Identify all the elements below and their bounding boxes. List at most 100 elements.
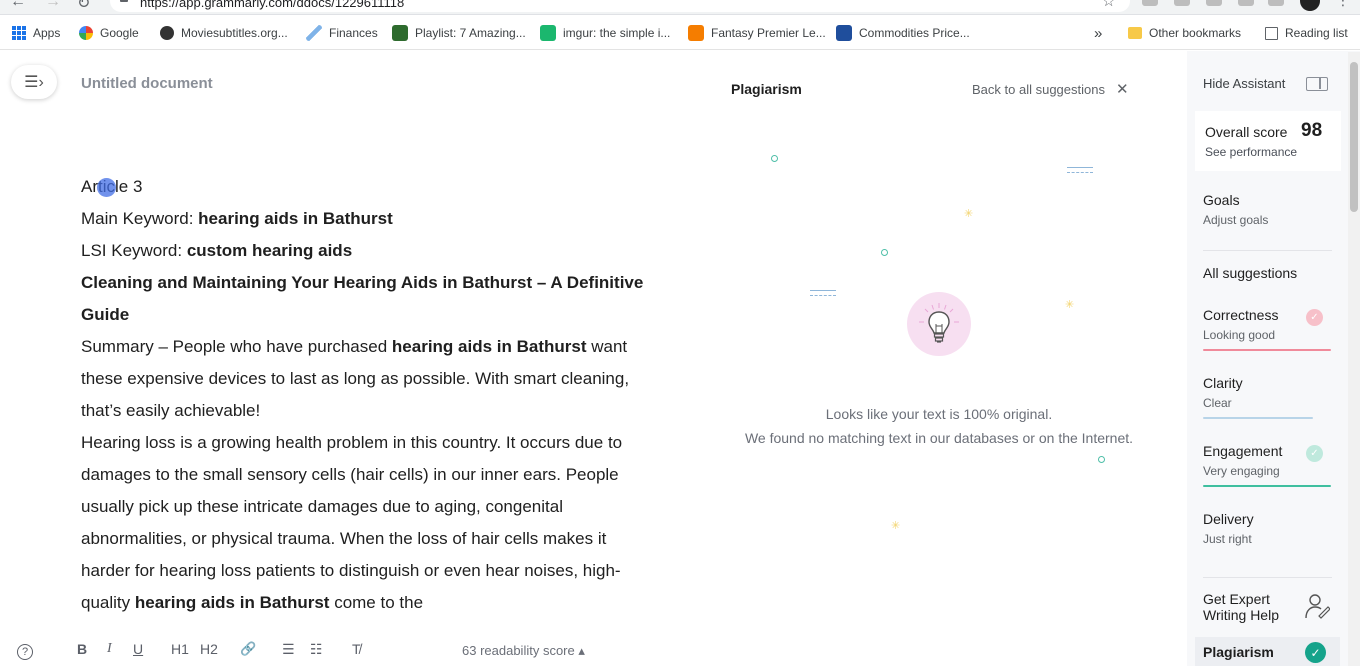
document-title[interactable]: Untitled document [81,75,213,92]
reading-list-label: Reading list [1285,26,1348,40]
bookmark-google[interactable]: Google [79,24,139,42]
heading2-button[interactable]: H2 [200,641,218,657]
see-performance-link[interactable]: See performance [1205,145,1297,159]
bold-button[interactable]: B [77,641,87,657]
heading1-button[interactable]: H1 [171,641,189,657]
lock-icon [120,0,128,2]
bookmark-other-bookmarks[interactable]: Other bookmarks [1128,24,1241,42]
scrollbar[interactable] [1348,52,1360,666]
engagement-category[interactable]: Engagement [1203,443,1282,459]
goals-title[interactable]: Goals [1203,192,1240,208]
bookmark-star-icon[interactable]: ☆ [1102,0,1115,10]
decoration-dashes [810,290,836,296]
document-body[interactable]: Article 3Main Keyword: hearing aids in B… [81,171,651,619]
bookmark-label: Other bookmarks [1149,26,1242,40]
document-paragraph[interactable]: LSI Keyword: custom hearing aids [81,235,651,267]
puzzle-icon[interactable] [1268,0,1284,6]
engagement-bar [1203,485,1331,487]
folder-icon [1128,27,1142,39]
bookmark-label: Playlist: 7 Amazing... [415,26,526,40]
clarity-category[interactable]: Clarity [1203,375,1243,391]
google-icon [79,26,93,40]
document-paragraph[interactable]: Cleaning and Maintaining Your Hearing Ai… [81,267,651,331]
underline-button[interactable]: U [133,641,143,657]
bookmarks-bar: Apps Google Moviesubtitles.org... Financ… [0,15,1360,50]
bullet-list-icon[interactable]: ☷ [310,641,323,658]
bookmark-label: imgur: the simple i... [563,26,671,40]
bookmark-fantasy-premier[interactable]: Fantasy Premier Le... [688,24,826,42]
bookmark-label: Apps [33,26,61,40]
document-paragraph[interactable]: Article 3 [81,171,651,203]
bookmark-moviesubtitles[interactable]: Moviesubtitles.org... [160,24,288,42]
no-match-message: We found no matching text in our databas… [744,430,1134,446]
document-paragraph[interactable]: Summary – People who have purchased hear… [81,331,651,427]
document-menu-button[interactable]: ☰› [11,65,57,99]
close-icon[interactable]: ✕ [1116,80,1129,98]
bookmark-finances[interactable]: Finances [306,24,378,42]
text-run: LSI Keyword: [81,241,187,260]
profile-avatar[interactable] [1300,0,1320,11]
kebab-menu-icon[interactable]: ⋮ [1336,0,1350,9]
back-to-suggestions-link[interactable]: Back to all suggestions [972,82,1105,97]
correctness-check-icon: ✓ [1306,309,1323,326]
all-suggestions-tab[interactable]: All suggestions [1203,265,1297,281]
plagiarism-tab-label: Plagiarism [1203,644,1274,660]
apps-grid-icon [12,26,26,40]
text-run: Main Keyword: [81,209,199,228]
expert-help-line1[interactable]: Get Expert [1203,591,1270,607]
clarity-bar [1203,417,1313,419]
sidebar-toggle-icon[interactable] [1306,77,1328,91]
grammarly-extension-icon[interactable] [1174,0,1190,6]
correctness-category[interactable]: Correctness [1203,307,1278,323]
extension-icon[interactable] [1142,0,1158,6]
bookmark-label: Finances [329,26,378,40]
link-icon[interactable]: 🔗 [240,641,256,657]
divider [1203,250,1332,251]
address-bar[interactable]: https://app.grammarly.com/ddocs/12296111… [110,0,1130,12]
bookmarks-overflow-chevron-icon[interactable]: » [1094,24,1102,42]
bold-text: hearing aids in Bathurst [391,337,587,356]
plagiarism-panel-title: Plagiarism [731,81,802,97]
bookmark-playlist[interactable]: Playlist: 7 Amazing... [392,24,526,42]
finances-icon [306,25,322,41]
adjust-goals-link[interactable]: Adjust goals [1203,213,1268,227]
extension-icon[interactable] [1206,0,1222,6]
reading-list-button[interactable]: Reading list [1265,24,1348,42]
imgur-icon [540,25,556,41]
help-icon[interactable]: ? [17,644,33,660]
bookmark-imgur[interactable]: imgur: the simple i... [540,24,670,42]
reading-list-icon [1265,26,1278,40]
delivery-category[interactable]: Delivery [1203,511,1254,527]
decoration-sparkle: ✳ [1065,299,1075,311]
delivery-status: Just right [1203,532,1252,546]
engagement-check-icon: ✓ [1306,445,1323,462]
ordered-list-icon[interactable]: ☰ [282,641,295,658]
bookmark-apps[interactable]: Apps [12,24,60,42]
readability-score[interactable]: 63 readability score ▴ [462,643,585,659]
document-paragraph[interactable]: Main Keyword: hearing aids in Bathurst [81,203,651,235]
italic-button[interactable]: I [107,641,112,657]
engagement-status: Very engaging [1203,464,1280,478]
bookmark-commodities[interactable]: Commodities Price... [836,24,970,42]
back-arrow-icon[interactable]: ← [10,0,26,11]
expert-help-line2[interactable]: Writing Help [1203,607,1279,623]
bold-text: Cleaning and Maintaining Your Hearing Ai… [81,273,644,324]
correctness-status: Looking good [1203,328,1276,342]
decoration-circle [881,249,888,256]
bold-text: custom hearing aids [186,241,353,260]
commodities-icon [836,25,852,41]
document-paragraph[interactable]: Hearing loss is a growing health problem… [81,427,651,619]
text-run: come to the [329,593,424,612]
forward-arrow-icon[interactable]: → [45,0,61,11]
clear-format-icon[interactable]: T̸ [352,641,361,657]
film-icon [160,26,174,40]
scrollbar-thumb[interactable] [1350,62,1358,212]
clarity-status: Clear [1203,396,1232,410]
bookmark-label: Fantasy Premier Le... [711,26,826,40]
extension-icon[interactable] [1238,0,1254,6]
bold-text: hearing aids in Bathurst [134,593,330,612]
hide-assistant-button[interactable]: Hide Assistant [1203,76,1285,91]
expert-person-icon[interactable] [1304,592,1330,620]
playlist-icon [392,25,408,41]
reload-icon[interactable]: ↻ [77,0,90,13]
